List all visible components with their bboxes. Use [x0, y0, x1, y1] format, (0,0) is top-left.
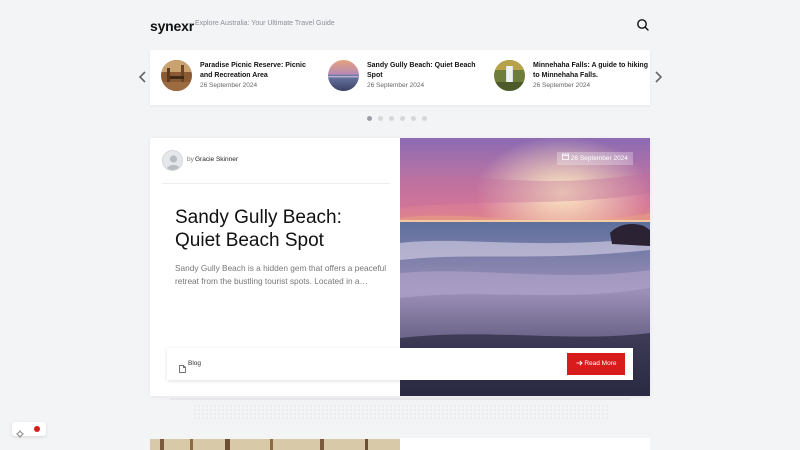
- calendar-icon: [562, 152, 569, 165]
- carousel-item[interactable]: Sandy Gully Beach: Quiet Beach Spot 26 S…: [328, 60, 488, 92]
- pagination-dot[interactable]: [400, 116, 405, 121]
- site-logo[interactable]: synexr: [150, 18, 194, 34]
- read-more-label: Read More: [584, 360, 617, 367]
- chevron-left-icon[interactable]: [137, 70, 149, 84]
- carousel-item-date: 26 September 2024: [533, 82, 591, 89]
- carousel-item-title[interactable]: Minnehaha Falls: A guide to hiking to Mi…: [533, 61, 648, 81]
- document-icon: [179, 360, 186, 373]
- carousel-item-title[interactable]: Sandy Gully Beach: Quiet Beach Spot: [367, 61, 482, 81]
- next-post-card: [400, 438, 650, 450]
- carousel-item-title[interactable]: Paradise Picnic Reserve: Picnic and Recr…: [200, 61, 315, 81]
- post-title[interactable]: Sandy Gully Beach: Quiet Beach Spot: [175, 206, 390, 252]
- post-thumbnail[interactable]: [494, 60, 525, 91]
- post-footer: Blog Read More: [167, 348, 633, 380]
- post-date: 26 September 2024: [570, 155, 628, 162]
- pagination-dot[interactable]: [411, 116, 416, 121]
- decorative-dot-pattern: [193, 404, 608, 420]
- carousel-item-date: 26 September 2024: [367, 82, 425, 89]
- divider: [162, 183, 390, 184]
- author-avatar[interactable]: [162, 150, 183, 171]
- post-date-badge: 26 September 2024: [557, 152, 633, 165]
- card-shadow: [170, 398, 630, 400]
- author-name[interactable]: Gracie Skinner: [195, 156, 238, 163]
- next-post-image[interactable]: [150, 438, 400, 450]
- pagination-dot[interactable]: [367, 116, 372, 121]
- post-excerpt: Sandy Gully Beach is a hidden gem that o…: [175, 263, 387, 286]
- pagination-dot[interactable]: [389, 116, 394, 121]
- arrow-right-icon: [576, 360, 585, 367]
- carousel-item[interactable]: Minnehaha Falls: A guide to hiking to Mi…: [494, 60, 654, 92]
- post-thumbnail[interactable]: [161, 60, 192, 91]
- site-tagline: Explore Australia: Your Ultimate Travel …: [195, 20, 335, 27]
- featured-post-card: by Gracie Skinner Sandy Gully Beach: Qui…: [150, 138, 650, 396]
- pagination-dot[interactable]: [378, 116, 383, 121]
- pagination-dot[interactable]: [422, 116, 427, 121]
- search-icon[interactable]: [636, 18, 650, 32]
- author-prefix: by: [187, 156, 194, 163]
- toggle-indicator: [34, 426, 40, 432]
- read-more-button[interactable]: Read More: [567, 353, 625, 375]
- gear-icon: [16, 425, 24, 438]
- related-posts-carousel: Paradise Picnic Reserve: Picnic and Recr…: [150, 50, 650, 105]
- post-thumbnail[interactable]: [328, 60, 359, 91]
- carousel-item-date: 26 September 2024: [200, 82, 258, 89]
- carousel-item[interactable]: Paradise Picnic Reserve: Picnic and Recr…: [161, 60, 321, 92]
- theme-toggle[interactable]: [12, 422, 46, 438]
- site-header: synexr Explore Australia: Your Ultimate …: [150, 14, 650, 36]
- post-category-link[interactable]: Blog: [188, 360, 201, 367]
